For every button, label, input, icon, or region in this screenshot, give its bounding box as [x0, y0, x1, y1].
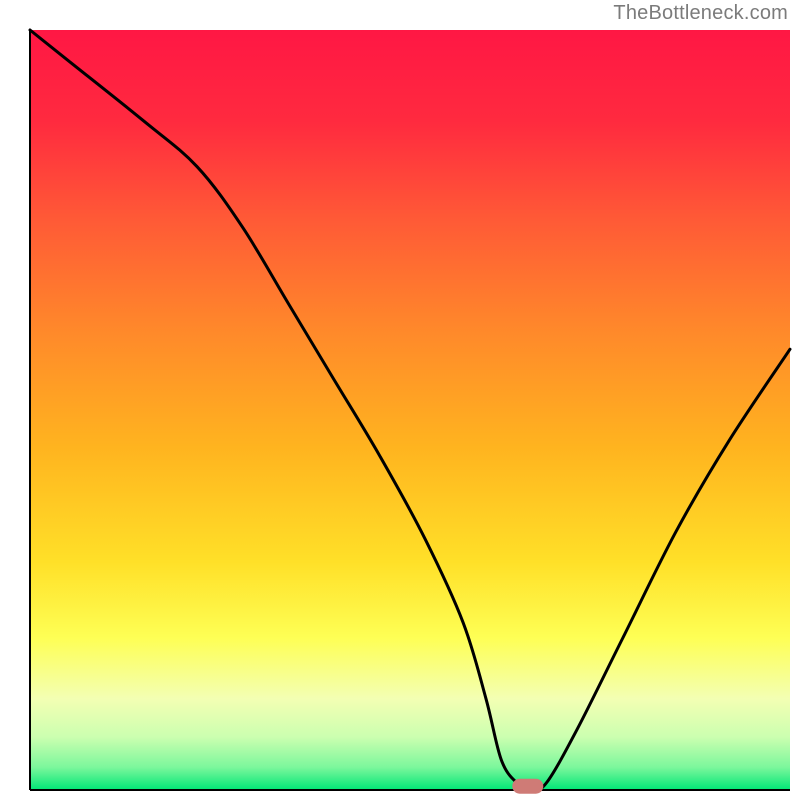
bottleneck-chart — [0, 0, 800, 800]
plot-background — [30, 30, 790, 790]
chart-container: { "watermark": "TheBottleneck.com", "col… — [0, 0, 800, 800]
watermark-text: TheBottleneck.com — [613, 2, 788, 25]
optimal-marker — [513, 779, 543, 793]
